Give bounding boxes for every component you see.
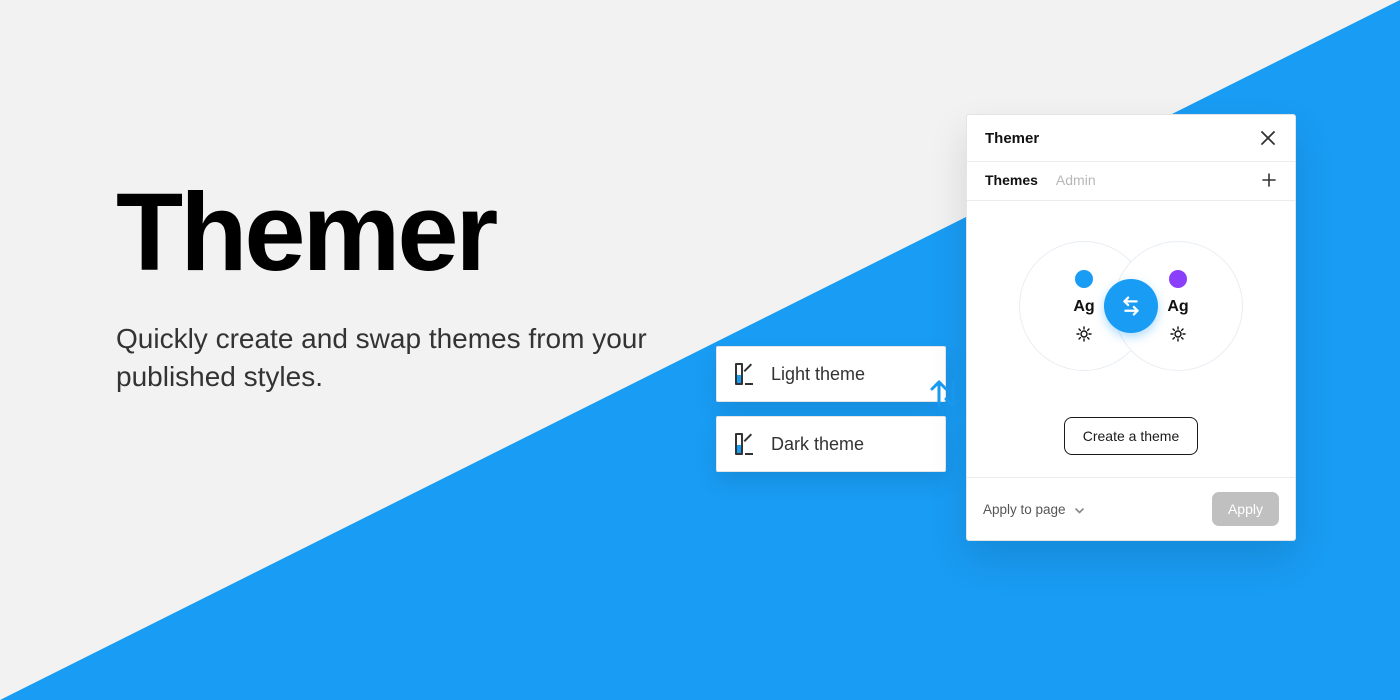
chevron-down-icon	[1074, 504, 1085, 515]
hero-subtitle: Quickly create and swap themes from your…	[116, 320, 716, 396]
style-icon	[735, 363, 753, 385]
theme-preview: Ag	[991, 231, 1271, 381]
theme-tiles: Light theme Dark theme	[716, 346, 946, 486]
brightness-icon	[1076, 326, 1092, 342]
theme-tile-light[interactable]: Light theme	[716, 346, 946, 402]
apply-scope-select[interactable]: Apply to page	[983, 502, 1085, 517]
plugin-panel: Themer Themes Admin Ag	[966, 114, 1296, 541]
close-button[interactable]	[1259, 129, 1277, 147]
apply-scope-label: Apply to page	[983, 502, 1066, 517]
add-theme-button[interactable]	[1261, 172, 1277, 188]
panel-tabs: Themes Admin	[967, 162, 1295, 201]
swap-vertical-icon	[924, 372, 968, 416]
tab-admin[interactable]: Admin	[1056, 172, 1096, 188]
theme-tile-dark[interactable]: Dark theme	[716, 416, 946, 472]
create-theme-button[interactable]: Create a theme	[1064, 417, 1199, 455]
theme-tile-label: Dark theme	[771, 434, 864, 455]
sample-text: Ag	[1073, 298, 1094, 316]
promo-stage: Themer Quickly create and swap themes fr…	[0, 0, 1400, 700]
brightness-icon	[1170, 326, 1186, 342]
apply-button[interactable]: Apply	[1212, 492, 1279, 526]
hero-block: Themer Quickly create and swap themes fr…	[116, 178, 716, 396]
panel-footer: Apply to page Apply	[967, 477, 1295, 540]
color-dot-left	[1075, 270, 1093, 288]
panel-title: Themer	[985, 130, 1039, 147]
style-icon	[735, 433, 753, 455]
panel-header: Themer	[967, 115, 1295, 162]
tab-themes[interactable]: Themes	[985, 172, 1038, 188]
theme-tile-label: Light theme	[771, 364, 865, 385]
color-dot-right	[1169, 270, 1187, 288]
swap-horizontal-icon[interactable]	[1104, 279, 1158, 333]
sample-text: Ag	[1167, 298, 1188, 316]
panel-body: Ag	[967, 201, 1295, 477]
hero-title: Themer	[116, 178, 716, 288]
